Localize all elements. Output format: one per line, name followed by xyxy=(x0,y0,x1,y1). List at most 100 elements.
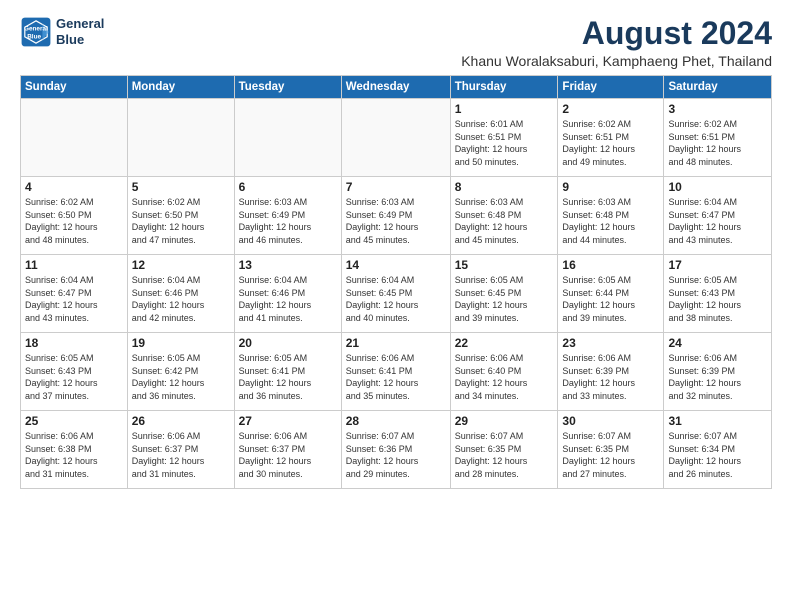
day-info: Sunrise: 6:06 AM Sunset: 6:38 PM Dayligh… xyxy=(25,430,123,480)
day-info: Sunrise: 6:07 AM Sunset: 6:34 PM Dayligh… xyxy=(668,430,767,480)
day-number: 9 xyxy=(562,180,659,194)
day-number: 30 xyxy=(562,414,659,428)
header: General Blue General Blue August 2024 Kh… xyxy=(20,16,772,69)
calendar-cell xyxy=(234,99,341,177)
day-number: 31 xyxy=(668,414,767,428)
page: General Blue General Blue August 2024 Kh… xyxy=(0,0,792,612)
day-info: Sunrise: 6:07 AM Sunset: 6:35 PM Dayligh… xyxy=(455,430,554,480)
calendar-cell: 24 Sunrise: 6:06 AM Sunset: 6:39 PM Dayli… xyxy=(664,333,772,411)
calendar-header-wednesday: Wednesday xyxy=(341,76,450,99)
day-number: 11 xyxy=(25,258,123,272)
calendar-cell: 16Sunrise: 6:05 AM Sunset: 6:44 PM Dayli… xyxy=(558,255,664,333)
day-info: Sunrise: 6:04 AM Sunset: 6:46 PM Dayligh… xyxy=(132,274,230,324)
day-info: Sunrise: 6:05 AM Sunset: 6:45 PM Dayligh… xyxy=(455,274,554,324)
calendar-cell: 20Sunrise: 6:05 AM Sunset: 6:41 PM Dayli… xyxy=(234,333,341,411)
logo-text2: Blue xyxy=(56,32,104,48)
title-block: August 2024 Khanu Woralaksaburi, Kamphae… xyxy=(461,16,772,69)
logo-icon: General Blue xyxy=(20,16,52,48)
calendar-cell: 25 Sunrise: 6:06 AM Sunset: 6:38 PM Dayli… xyxy=(21,411,128,489)
day-number: 18 xyxy=(25,336,123,350)
day-info: Sunrise: 6:03 AM Sunset: 6:48 PM Dayligh… xyxy=(562,196,659,246)
day-number: 6 xyxy=(239,180,337,194)
calendar-cell: 31 Sunrise: 6:07 AM Sunset: 6:34 PM Dayli… xyxy=(664,411,772,489)
calendar-cell: 2 Sunrise: 6:02 AM Sunset: 6:51 PM Daylig… xyxy=(558,99,664,177)
day-number: 25 xyxy=(25,414,123,428)
logo: General Blue General Blue xyxy=(20,16,104,48)
day-number: 19 xyxy=(132,336,230,350)
calendar-cell xyxy=(341,99,450,177)
day-info: Sunrise: 6:02 AM Sunset: 6:50 PM Dayligh… xyxy=(132,196,230,246)
calendar-header-sunday: Sunday xyxy=(21,76,128,99)
calendar-header-friday: Friday xyxy=(558,76,664,99)
calendar-header-saturday: Saturday xyxy=(664,76,772,99)
calendar-cell: 17Sunrise: 6:05 AM Sunset: 6:43 PM Dayli… xyxy=(664,255,772,333)
day-info: Sunrise: 6:02 AM Sunset: 6:50 PM Dayligh… xyxy=(25,196,123,246)
calendar-cell: 8 Sunrise: 6:03 AM Sunset: 6:48 PM Daylig… xyxy=(450,177,558,255)
day-info: Sunrise: 6:02 AM Sunset: 6:51 PM Dayligh… xyxy=(562,118,659,168)
day-number: 29 xyxy=(455,414,554,428)
subtitle: Khanu Woralaksaburi, Kamphaeng Phet, Tha… xyxy=(461,53,772,69)
day-number: 1 xyxy=(455,102,554,116)
day-number: 7 xyxy=(346,180,446,194)
day-number: 24 xyxy=(668,336,767,350)
day-info: Sunrise: 6:06 AM Sunset: 6:41 PM Dayligh… xyxy=(346,352,446,402)
day-info: Sunrise: 6:04 AM Sunset: 6:47 PM Dayligh… xyxy=(25,274,123,324)
calendar-table: SundayMondayTuesdayWednesdayThursdayFrid… xyxy=(20,75,772,489)
calendar-cell: 29 Sunrise: 6:07 AM Sunset: 6:35 PM Dayli… xyxy=(450,411,558,489)
calendar-week-0: 1Sunrise: 6:01 AM Sunset: 6:51 PM Daylig… xyxy=(21,99,772,177)
day-info: Sunrise: 6:07 AM Sunset: 6:36 PM Dayligh… xyxy=(346,430,446,480)
day-number: 8 xyxy=(455,180,554,194)
day-info: Sunrise: 6:05 AM Sunset: 6:44 PM Dayligh… xyxy=(562,274,659,324)
day-info: Sunrise: 6:05 AM Sunset: 6:41 PM Dayligh… xyxy=(239,352,337,402)
main-title: August 2024 xyxy=(461,16,772,51)
day-number: 23 xyxy=(562,336,659,350)
calendar-cell: 14 Sunrise: 6:04 AM Sunset: 6:45 PM Dayli… xyxy=(341,255,450,333)
day-info: Sunrise: 6:02 AM Sunset: 6:51 PM Dayligh… xyxy=(668,118,767,168)
day-info: Sunrise: 6:03 AM Sunset: 6:49 PM Dayligh… xyxy=(346,196,446,246)
calendar-cell xyxy=(21,99,128,177)
day-number: 21 xyxy=(346,336,446,350)
calendar-cell xyxy=(127,99,234,177)
calendar-cell: 13 Sunrise: 6:04 AM Sunset: 6:46 PM Dayli… xyxy=(234,255,341,333)
day-number: 26 xyxy=(132,414,230,428)
calendar-week-3: 18 Sunrise: 6:05 AM Sunset: 6:43 PM Dayli… xyxy=(21,333,772,411)
calendar-cell: 4 Sunrise: 6:02 AM Sunset: 6:50 PM Daylig… xyxy=(21,177,128,255)
calendar-cell: 21 Sunrise: 6:06 AM Sunset: 6:41 PM Dayli… xyxy=(341,333,450,411)
day-number: 2 xyxy=(562,102,659,116)
calendar-header-tuesday: Tuesday xyxy=(234,76,341,99)
day-number: 10 xyxy=(668,180,767,194)
day-info: Sunrise: 6:05 AM Sunset: 6:43 PM Dayligh… xyxy=(668,274,767,324)
calendar-cell: 3Sunrise: 6:02 AM Sunset: 6:51 PM Daylig… xyxy=(664,99,772,177)
calendar-header-row: SundayMondayTuesdayWednesdayThursdayFrid… xyxy=(21,76,772,99)
calendar-header-monday: Monday xyxy=(127,76,234,99)
day-number: 4 xyxy=(25,180,123,194)
calendar-cell: 23 Sunrise: 6:06 AM Sunset: 6:39 PM Dayli… xyxy=(558,333,664,411)
day-info: Sunrise: 6:04 AM Sunset: 6:46 PM Dayligh… xyxy=(239,274,337,324)
calendar-week-1: 4 Sunrise: 6:02 AM Sunset: 6:50 PM Daylig… xyxy=(21,177,772,255)
calendar-week-4: 25 Sunrise: 6:06 AM Sunset: 6:38 PM Dayli… xyxy=(21,411,772,489)
day-info: Sunrise: 6:03 AM Sunset: 6:49 PM Dayligh… xyxy=(239,196,337,246)
calendar-cell: 11 Sunrise: 6:04 AM Sunset: 6:47 PM Dayli… xyxy=(21,255,128,333)
day-info: Sunrise: 6:05 AM Sunset: 6:43 PM Dayligh… xyxy=(25,352,123,402)
calendar-cell: 28Sunrise: 6:07 AM Sunset: 6:36 PM Dayli… xyxy=(341,411,450,489)
day-info: Sunrise: 6:03 AM Sunset: 6:48 PM Dayligh… xyxy=(455,196,554,246)
day-info: Sunrise: 6:06 AM Sunset: 6:37 PM Dayligh… xyxy=(239,430,337,480)
day-number: 15 xyxy=(455,258,554,272)
calendar-cell: 22Sunrise: 6:06 AM Sunset: 6:40 PM Dayli… xyxy=(450,333,558,411)
day-number: 22 xyxy=(455,336,554,350)
calendar-cell: 12Sunrise: 6:04 AM Sunset: 6:46 PM Dayli… xyxy=(127,255,234,333)
calendar-cell: 7 Sunrise: 6:03 AM Sunset: 6:49 PM Daylig… xyxy=(341,177,450,255)
day-info: Sunrise: 6:06 AM Sunset: 6:39 PM Dayligh… xyxy=(562,352,659,402)
day-info: Sunrise: 6:06 AM Sunset: 6:37 PM Dayligh… xyxy=(132,430,230,480)
day-info: Sunrise: 6:04 AM Sunset: 6:45 PM Dayligh… xyxy=(346,274,446,324)
day-number: 13 xyxy=(239,258,337,272)
calendar-header-thursday: Thursday xyxy=(450,76,558,99)
calendar-cell: 6 Sunrise: 6:03 AM Sunset: 6:49 PM Daylig… xyxy=(234,177,341,255)
calendar-cell: 19Sunrise: 6:05 AM Sunset: 6:42 PM Dayli… xyxy=(127,333,234,411)
calendar-cell: 15 Sunrise: 6:05 AM Sunset: 6:45 PM Dayli… xyxy=(450,255,558,333)
calendar-cell: 9 Sunrise: 6:03 AM Sunset: 6:48 PM Daylig… xyxy=(558,177,664,255)
calendar-cell: 10Sunrise: 6:04 AM Sunset: 6:47 PM Dayli… xyxy=(664,177,772,255)
day-number: 14 xyxy=(346,258,446,272)
day-info: Sunrise: 6:06 AM Sunset: 6:39 PM Dayligh… xyxy=(668,352,767,402)
logo-text: General xyxy=(56,16,104,32)
